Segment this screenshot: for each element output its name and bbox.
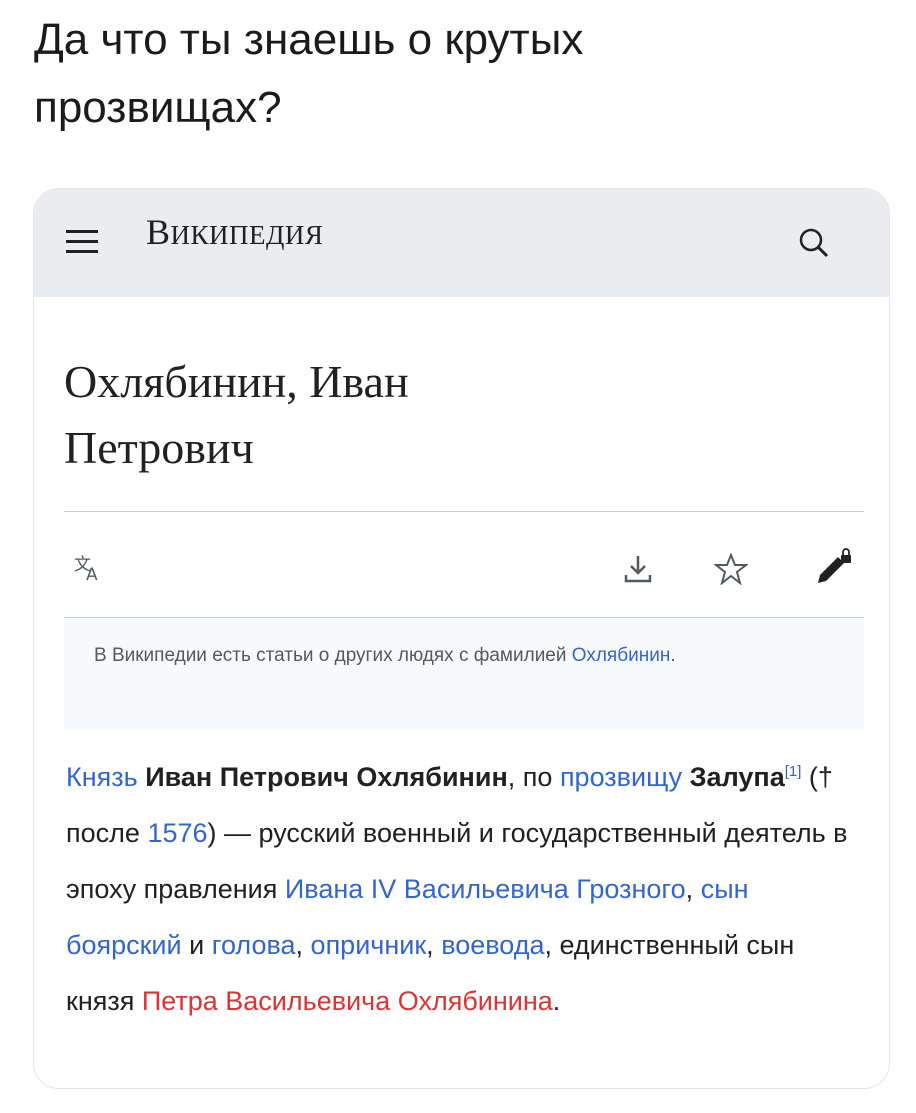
download-icon[interactable]	[622, 553, 654, 590]
caption-line-2: прозвищах?	[34, 83, 282, 132]
wikipedia-logo[interactable]: ВИКИПЕДИЯ	[146, 211, 323, 253]
hamburger-menu-icon[interactable]	[62, 227, 106, 262]
hatnote-text: В Википедии есть статьи о других людях с…	[94, 645, 567, 666]
language-icon[interactable]: 文 A	[74, 553, 110, 588]
post-caption: Да что ты знаешь о крутых прозвищах?	[34, 6, 884, 142]
article-title-line-2: Петрович	[64, 422, 254, 473]
wikipedia-screenshot-card: ВИКИПЕДИЯ Охлябинин, Иван Петрович 文 A В…	[33, 188, 890, 1089]
reference-1[interactable]: [1]	[785, 763, 802, 780]
svg-text:A: A	[86, 565, 98, 583]
link-year-1576[interactable]: 1576	[147, 818, 207, 848]
title-divider	[64, 511, 864, 512]
link-ivan-grozny[interactable]: Ивана IV Васильевича Грозного	[285, 874, 686, 904]
link-oprichnik[interactable]: опричник	[311, 930, 427, 960]
article-lead-paragraph: Князь Иван Петрович Охлябинин, по прозви…	[66, 762, 848, 1016]
star-icon[interactable]	[713, 552, 749, 590]
search-icon[interactable]	[794, 223, 834, 268]
article-title: Охлябинин, Иван Петрович	[64, 349, 844, 481]
article-title-line-1: Охлябинин, Иван	[64, 356, 409, 407]
subject-name: Иван Петрович Охлябинин	[145, 762, 508, 792]
nickname: Залупа	[689, 762, 785, 792]
wikipedia-header: ВИКИПЕДИЯ	[34, 189, 889, 297]
link-knyaz[interactable]: Князь	[66, 762, 138, 792]
edit-lock-icon[interactable]	[814, 547, 854, 592]
redlink-petr-okhlyabinin[interactable]: Петра Васильевича Охлябинина	[142, 986, 553, 1016]
hatnote-link[interactable]: Охлябинин	[572, 645, 671, 666]
link-prozvishche[interactable]: прозвищу	[560, 762, 682, 792]
link-golova[interactable]: голова	[212, 930, 296, 960]
caption-line-1: Да что ты знаешь о крутых	[34, 15, 584, 64]
hatnote: В Википедии есть статьи о других людях с…	[64, 617, 864, 729]
link-voevoda[interactable]: воевода	[441, 930, 544, 960]
